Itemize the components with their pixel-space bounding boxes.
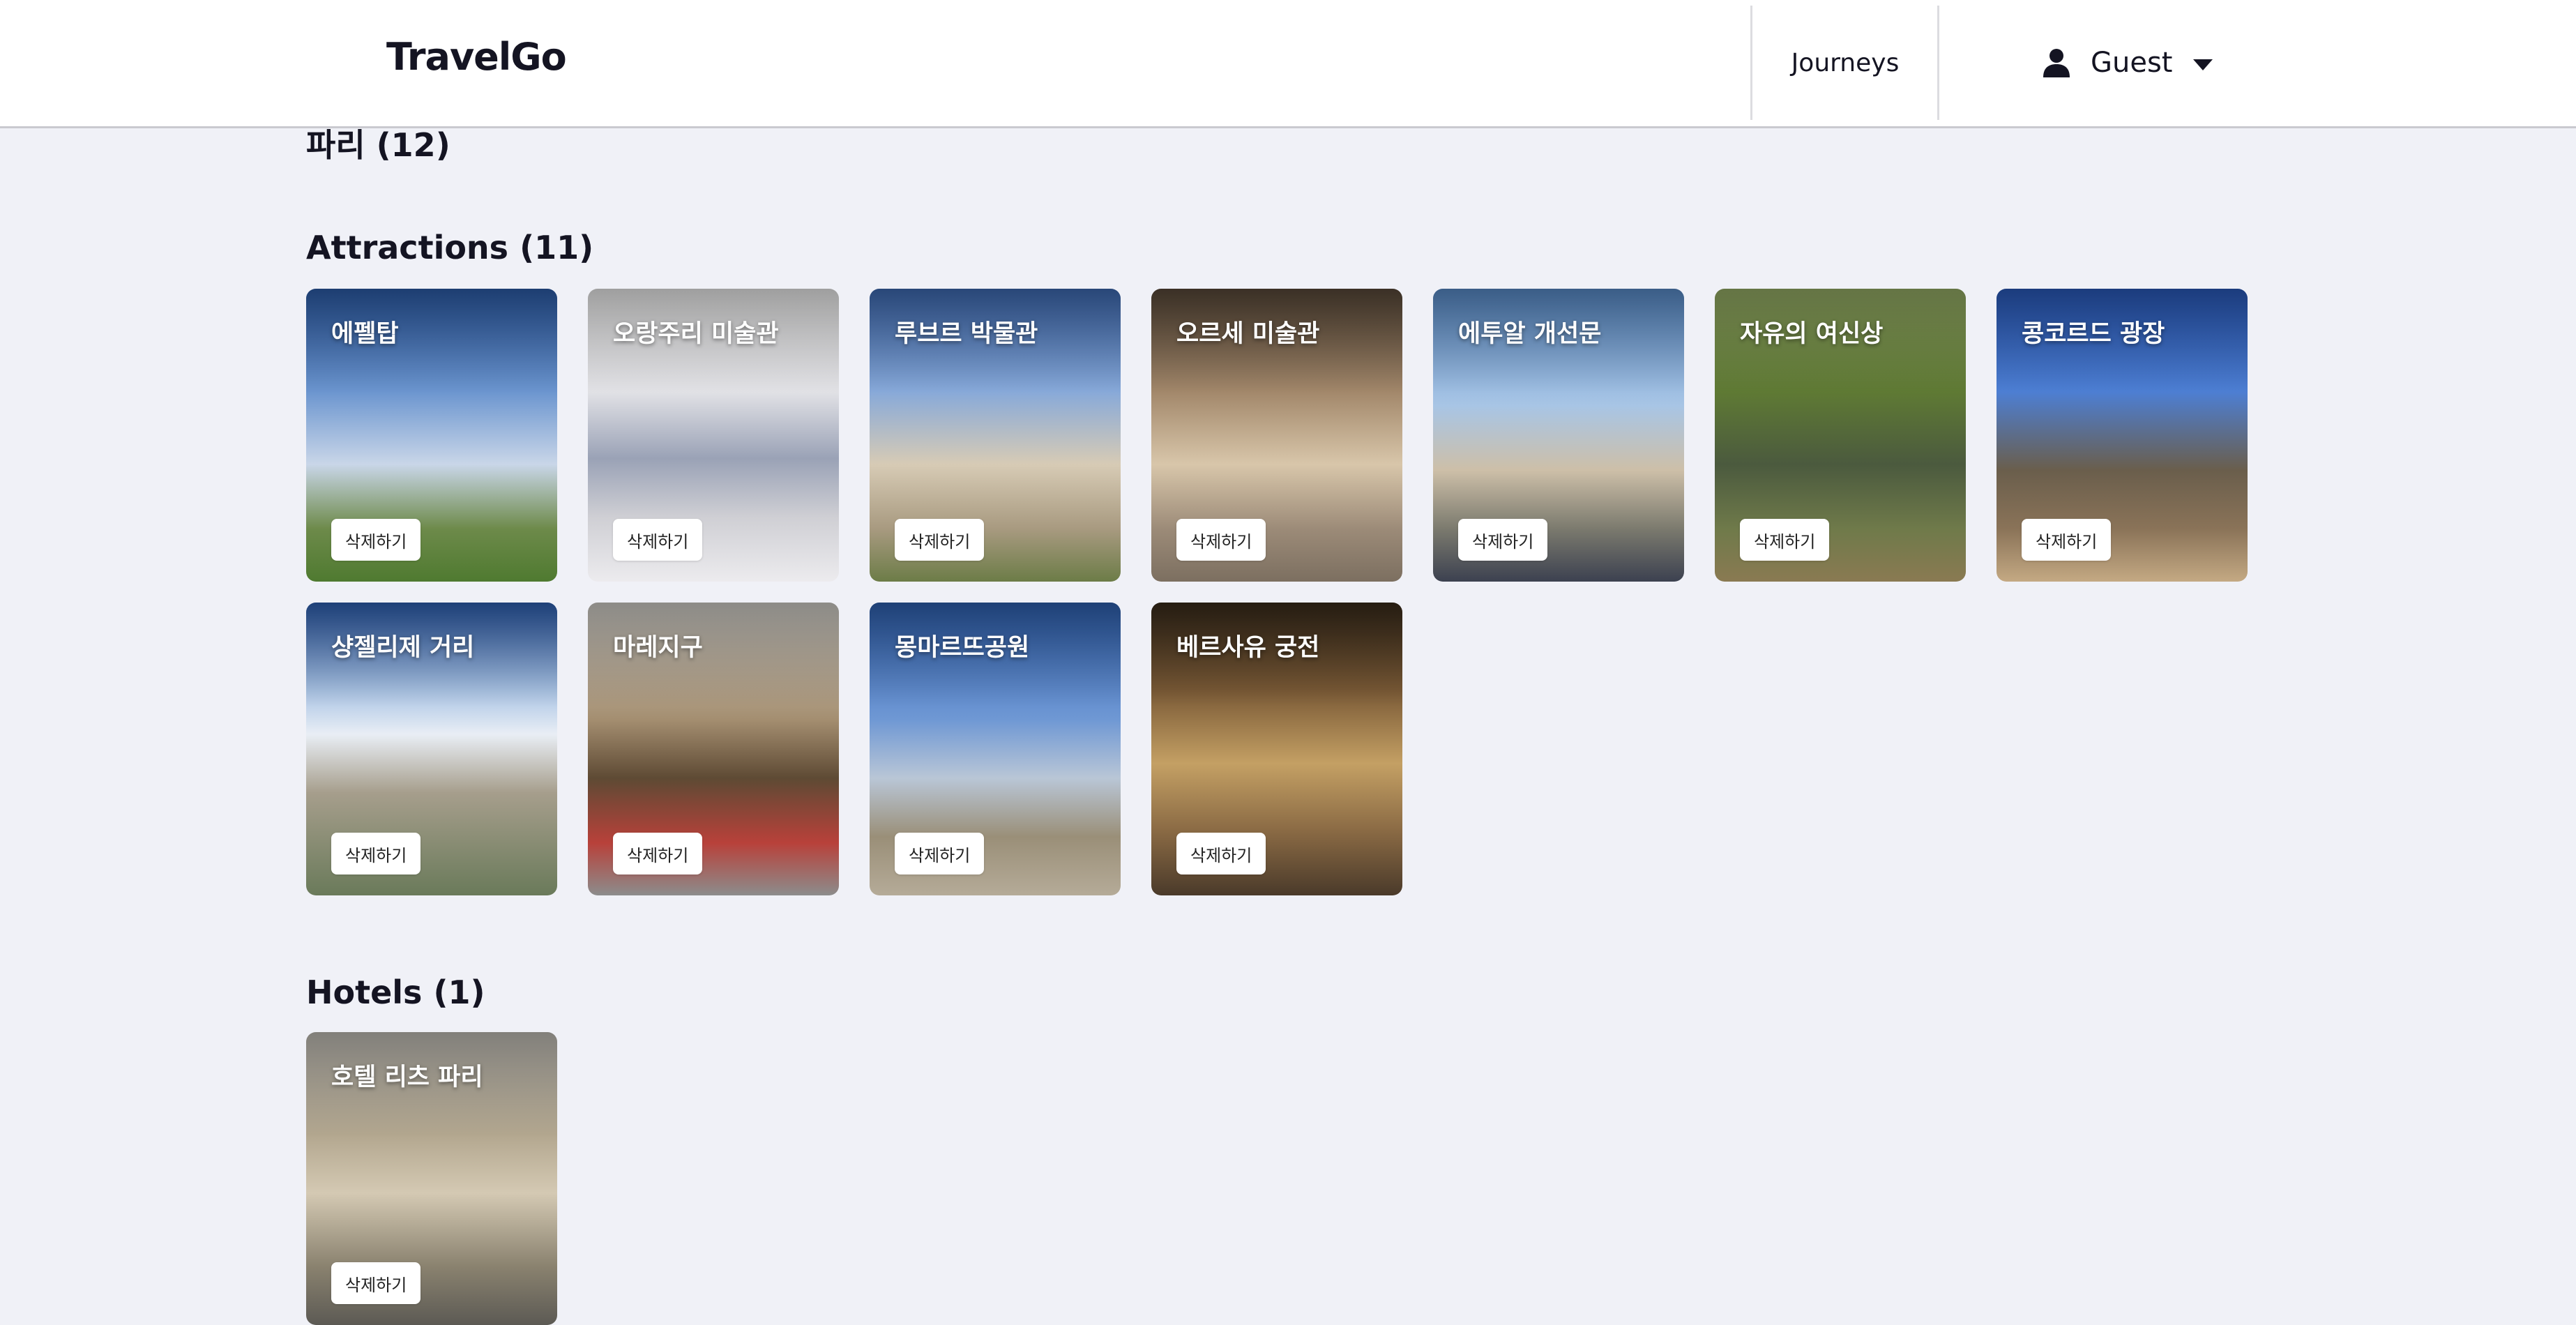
attractions-section-title: Attractions (11) — [306, 229, 594, 266]
card-title: 샹젤리제 거리 — [331, 634, 475, 662]
delete-button[interactable]: 삭제하기 — [2022, 519, 2112, 561]
attractions-card[interactable]: 오랑주리 미술관삭제하기 — [588, 289, 839, 582]
hotels-card[interactable]: 호텔 리츠 파리삭제하기 — [306, 1032, 557, 1325]
card-title: 오랑주리 미술관 — [613, 320, 779, 348]
attractions-card[interactable]: 마레지구삭제하기 — [588, 603, 839, 895]
attractions-card[interactable]: 오르세 미술관삭제하기 — [1151, 289, 1402, 582]
card-title: 베르사유 궁전 — [1176, 634, 1320, 662]
attractions-card[interactable]: 에펠탑삭제하기 — [306, 289, 557, 582]
attractions-card[interactable]: 몽마르뜨공원삭제하기 — [870, 603, 1121, 895]
card-title: 몽마르뜨공원 — [895, 634, 1030, 662]
delete-button[interactable]: 삭제하기 — [895, 519, 985, 561]
attractions-card[interactable]: 루브르 박물관삭제하기 — [870, 289, 1121, 582]
brand-logo[interactable]: TravelGo — [386, 35, 567, 79]
user-icon — [2043, 49, 2070, 77]
attractions-card[interactable]: 샹젤리제 거리삭제하기 — [306, 603, 557, 895]
attractions-card[interactable]: 콩코르드 광장삭제하기 — [1997, 289, 2248, 582]
attractions-grid: 에펠탑 삭제하기 오랑주리 미술관 삭제하기 루브르 박물관 삭제하기 오르세 미술관 삭제하… — [306, 289, 2248, 895]
card-title: 에펠탑 — [331, 320, 399, 348]
card-title: 마레지구 — [613, 634, 703, 662]
delete-button[interactable]: 삭제하기 — [895, 833, 985, 874]
attractions-card[interactable]: 자유의 여신상삭제하기 — [1715, 289, 1966, 582]
caret-down-icon — [2193, 59, 2213, 70]
card-title: 자유의 여신상 — [1740, 320, 1884, 348]
card-title: 오르세 미술관 — [1176, 320, 1320, 348]
delete-button[interactable]: 삭제하기 — [1176, 519, 1266, 561]
attractions-card[interactable]: 베르사유 궁전삭제하기 — [1151, 603, 1402, 895]
delete-button[interactable]: 삭제하기 — [613, 519, 703, 561]
user-label: Guest — [2091, 47, 2173, 79]
delete-button[interactable]: 삭제하기 — [1458, 519, 1548, 561]
delete-button[interactable]: 삭제하기 — [1740, 519, 1830, 561]
attractions-card[interactable]: 에투알 개선문삭제하기 — [1433, 289, 1684, 582]
card-title: 에투알 개선문 — [1458, 320, 1602, 348]
delete-button[interactable]: 삭제하기 — [1176, 833, 1266, 874]
delete-button[interactable]: 삭제하기 — [331, 1262, 421, 1304]
top-navbar: TravelGo Journeys Guest — [0, 0, 2576, 128]
delete-button[interactable]: 삭제하기 — [331, 833, 421, 874]
delete-button[interactable]: 삭제하기 — [613, 833, 703, 874]
card-title: 콩코르드 광장 — [2022, 320, 2165, 348]
hotels-grid: 호텔 리츠 파리삭제하기 — [306, 1032, 2248, 1325]
hotels-section-title: Hotels (1) — [306, 974, 485, 1011]
card-title: 루브르 박물관 — [895, 320, 1038, 348]
delete-button[interactable]: 삭제하기 — [331, 519, 421, 561]
nav-divider — [1937, 6, 1939, 120]
nav-journeys-link[interactable]: Journeys — [1753, 0, 1937, 126]
nav-divider — [1750, 6, 1752, 120]
card-title: 호텔 리츠 파리 — [331, 1063, 483, 1091]
user-menu-dropdown[interactable]: Guest — [2043, 0, 2213, 126]
